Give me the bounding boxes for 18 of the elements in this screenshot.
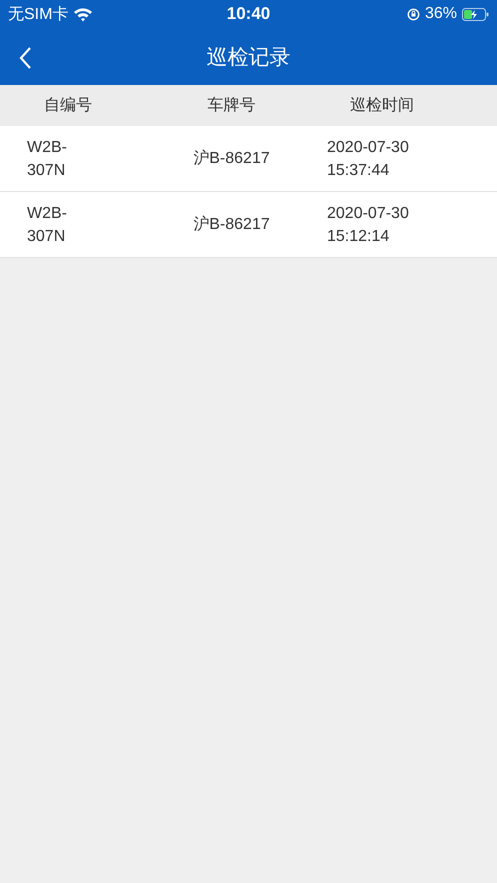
table-row[interactable]: W2B-307N 沪B-86217 2020-07-30 15:12:14 bbox=[0, 192, 497, 258]
table-cell-text: W2B-307N bbox=[27, 204, 68, 246]
table-cell-text: 沪B-86217 bbox=[193, 214, 270, 235]
battery-percent: 36% bbox=[424, 5, 457, 23]
column-header: 巡检时间 bbox=[350, 96, 414, 116]
column-header: 自编号 bbox=[44, 96, 92, 116]
carrier-label: 无SIM卡 bbox=[8, 4, 68, 24]
clock-time: 10:40 bbox=[226, 4, 270, 24]
table-cell-text: W2B-307N bbox=[27, 138, 68, 180]
table-cell-text: 沪B-86217 bbox=[193, 148, 270, 169]
column-header: 车牌号 bbox=[208, 96, 256, 116]
rotation-lock-icon bbox=[406, 8, 420, 20]
table-row[interactable]: W2B-307N 沪B-86217 2020-07-30 15:37:44 bbox=[0, 126, 497, 192]
wifi-icon bbox=[73, 6, 94, 22]
page-title: 巡检记录 bbox=[206, 44, 290, 70]
table-cell-text: 2020-07-30 15:12:14 bbox=[327, 204, 410, 246]
table-cell-text: 2020-07-30 15:37:44 bbox=[327, 138, 410, 180]
battery-icon bbox=[462, 8, 489, 20]
